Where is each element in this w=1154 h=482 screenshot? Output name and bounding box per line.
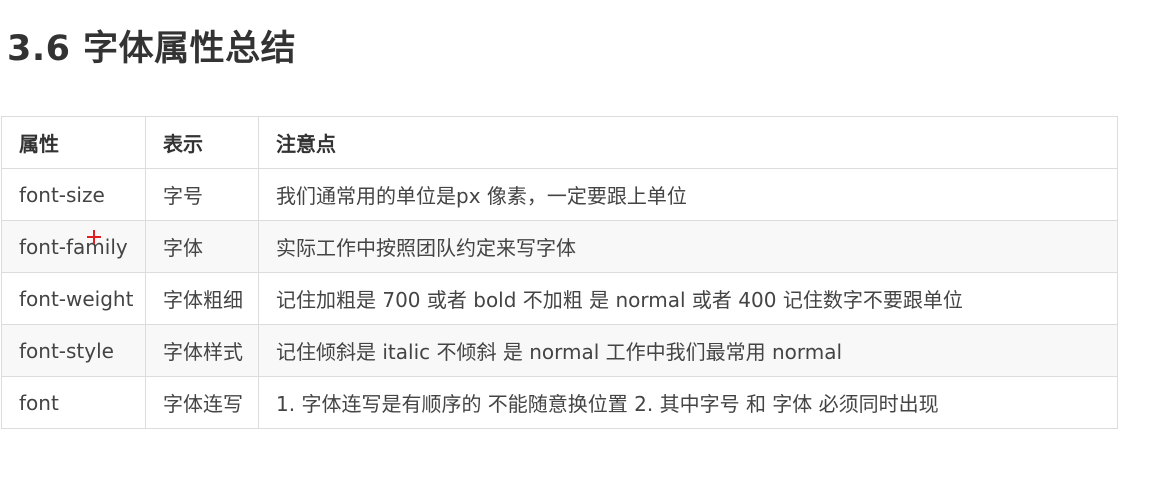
font-properties-table: 属性 表示 注意点 font-size 字号 我们通常用的单位是px 像素，一定… [1, 116, 1118, 429]
header-property: 属性 [1, 116, 146, 169]
table-row: font 字体连写 1. 字体连写是有顺序的 不能随意换位置 2. 其中字号 和… [1, 376, 1118, 429]
cell-property: font-family [1, 220, 146, 273]
cell-property: font-style [1, 324, 146, 377]
table-row: font-style 字体样式 记住倾斜是 italic 不倾斜 是 norma… [1, 324, 1118, 377]
cell-meaning: 字体连写 [145, 376, 259, 429]
cell-notes: 1. 字体连写是有顺序的 不能随意换位置 2. 其中字号 和 字体 必须同时出现 [258, 376, 1118, 429]
cell-property: font-weight [1, 272, 146, 325]
table-row: font-size 字号 我们通常用的单位是px 像素，一定要跟上单位 [1, 168, 1118, 221]
page-title: 3.6 字体属性总结 [7, 29, 297, 69]
cell-meaning: 字体粗细 [145, 272, 259, 325]
cell-meaning: 字号 [145, 168, 259, 221]
cell-meaning: 字体样式 [145, 324, 259, 377]
cell-notes: 我们通常用的单位是px 像素，一定要跟上单位 [258, 168, 1118, 221]
crosshair-cursor-icon [87, 230, 101, 244]
table-row: font-weight 字体粗细 记住加粗是 700 或者 bold 不加粗 是… [1, 272, 1118, 325]
header-notes: 注意点 [258, 116, 1118, 169]
cell-notes: 实际工作中按照团队约定来写字体 [258, 220, 1118, 273]
table-row: font-family 字体 实际工作中按照团队约定来写字体 [1, 220, 1118, 273]
cell-notes: 记住加粗是 700 或者 bold 不加粗 是 normal 或者 400 记住… [258, 272, 1118, 325]
table-header-row: 属性 表示 注意点 [1, 116, 1118, 169]
cell-notes: 记住倾斜是 italic 不倾斜 是 normal 工作中我们最常用 norma… [258, 324, 1118, 377]
cell-property: font [1, 376, 146, 429]
header-meaning: 表示 [145, 116, 259, 169]
cell-property: font-size [1, 168, 146, 221]
cell-meaning: 字体 [145, 220, 259, 273]
